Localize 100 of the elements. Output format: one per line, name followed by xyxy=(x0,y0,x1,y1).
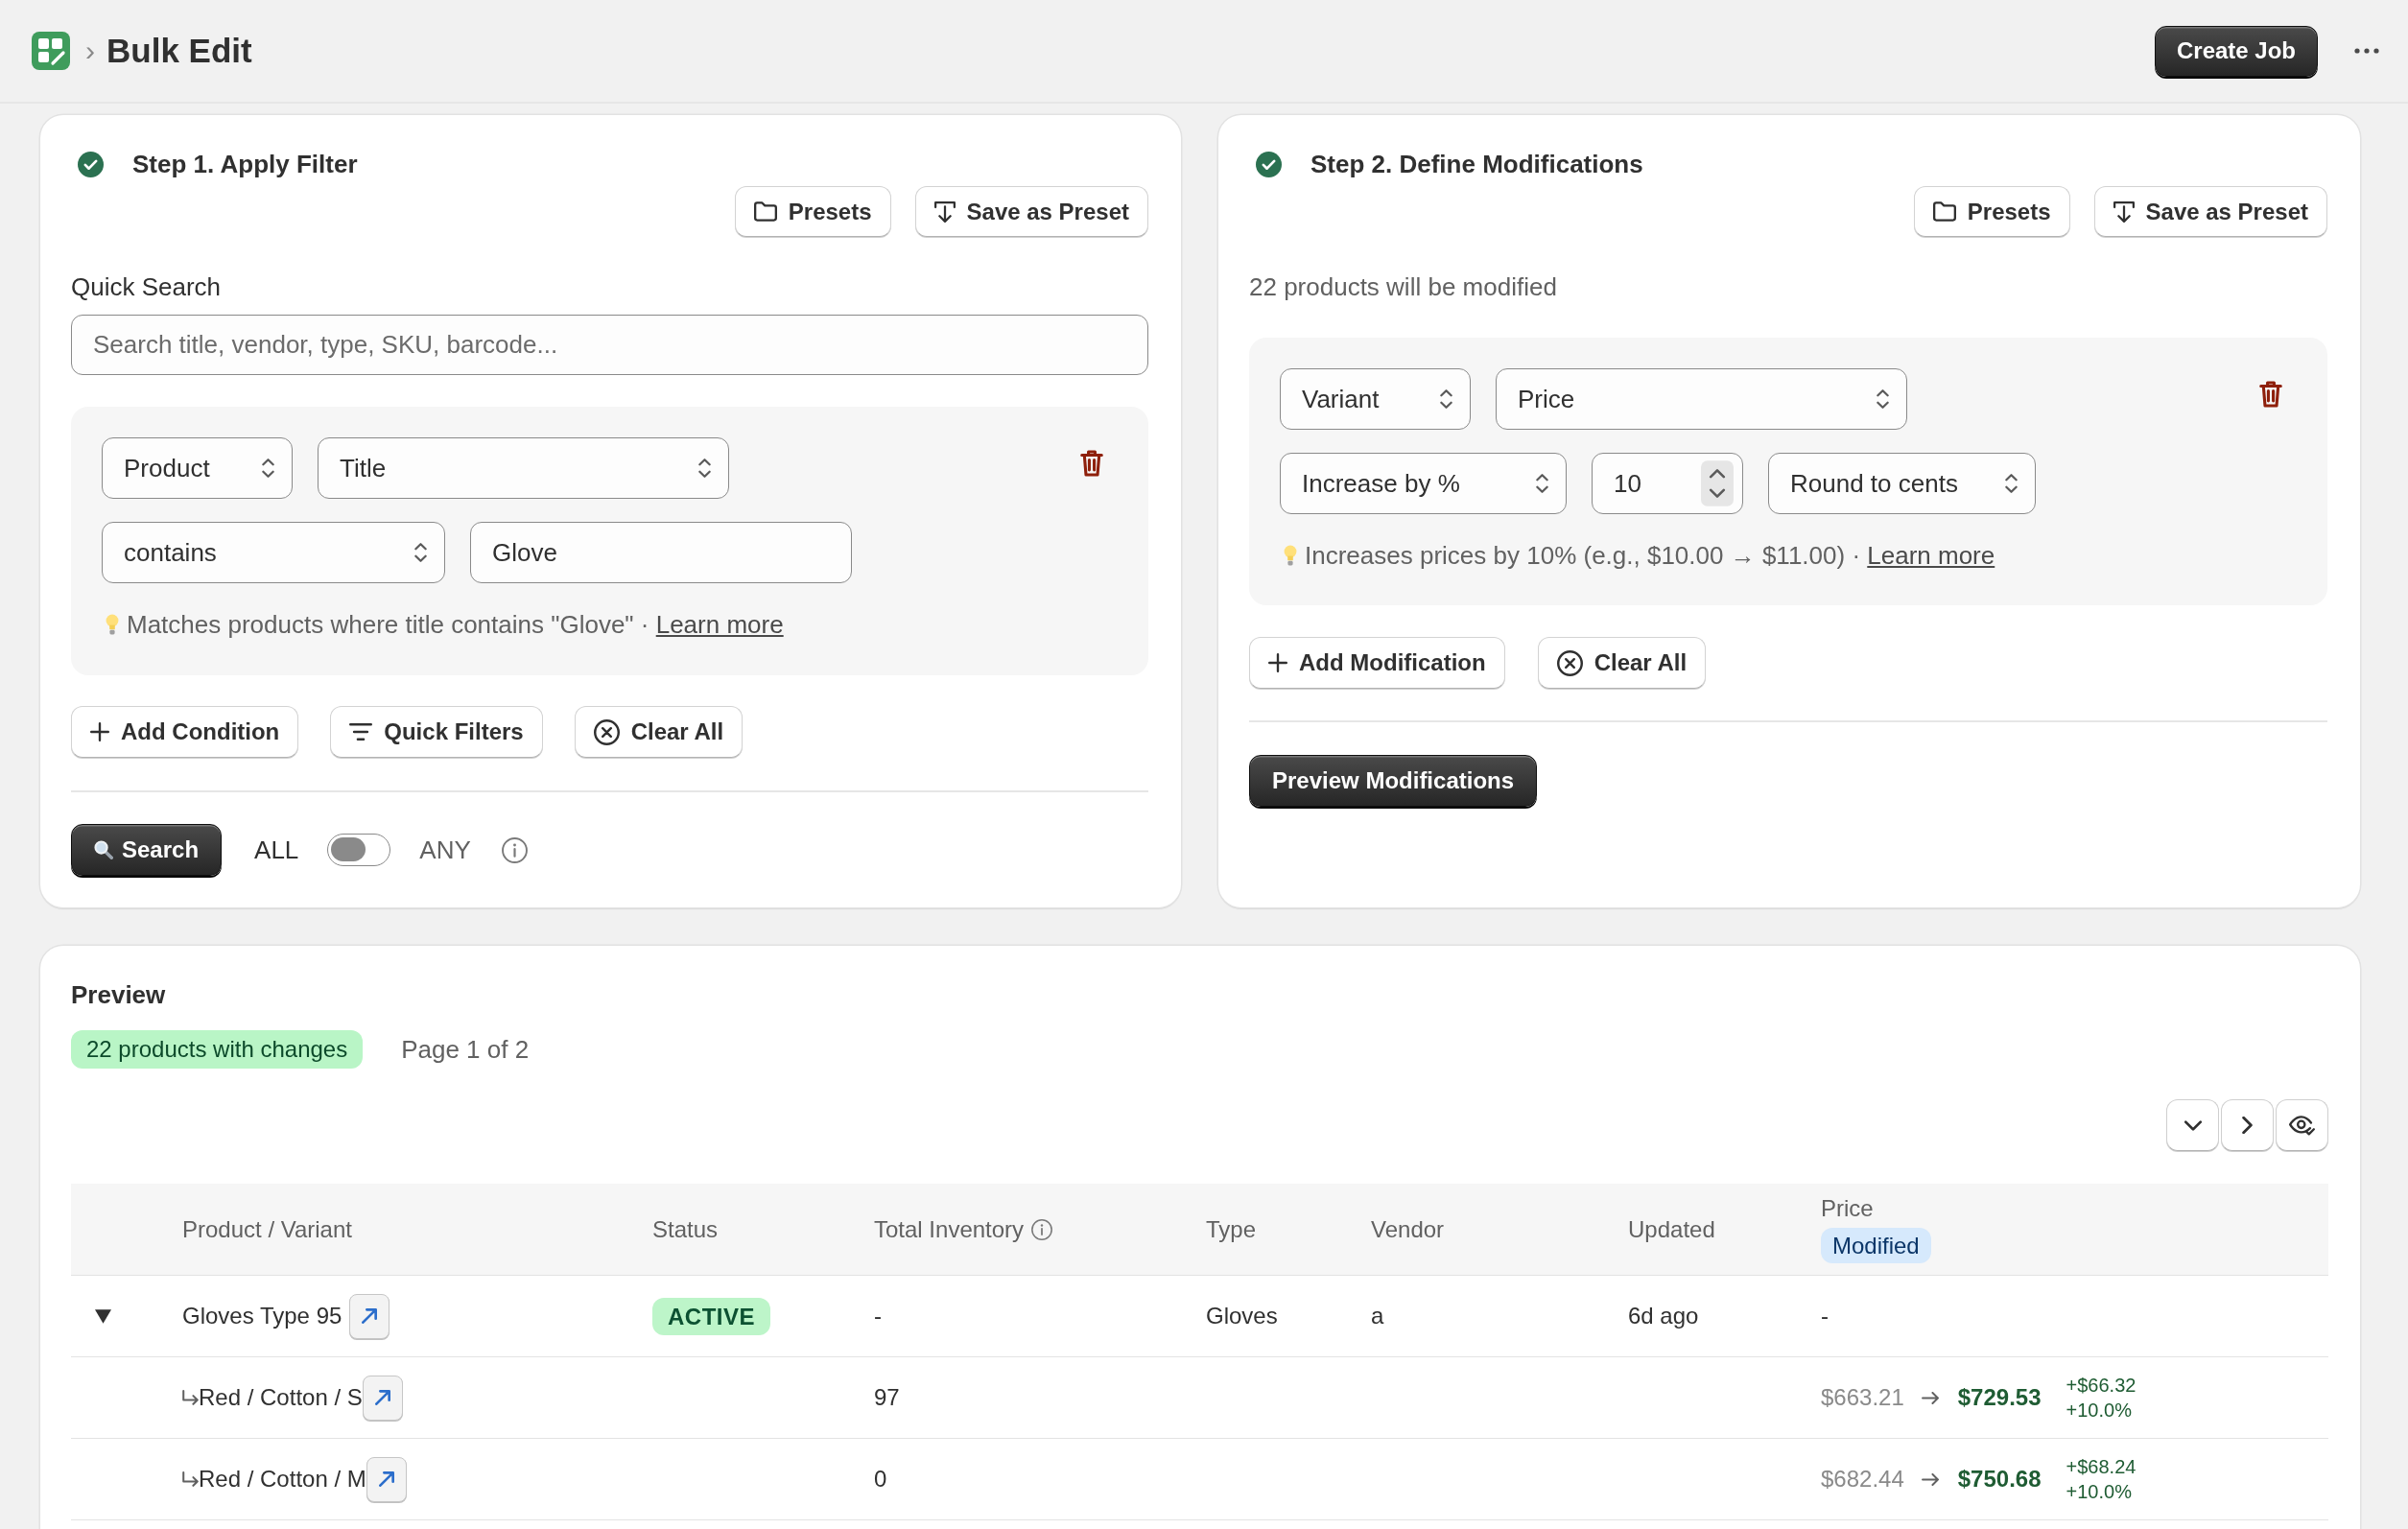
table-cell: - xyxy=(1821,1303,1829,1329)
section-title: Preview xyxy=(71,980,167,1009)
folder-icon xyxy=(753,201,777,222)
corner-arrow-icon xyxy=(182,1390,199,1405)
clear-all-button[interactable]: Clear All xyxy=(574,706,744,758)
field-label: Quick Search xyxy=(71,272,223,301)
new-price: $750.68 xyxy=(1957,1466,2042,1493)
hint-text: Matches products where title contains "Glove" · Learn more xyxy=(127,610,784,639)
open-link-button[interactable] xyxy=(362,1375,403,1421)
chevron-updown-icon xyxy=(1440,389,1452,409)
trash-icon[interactable] xyxy=(1080,450,1103,477)
more-icon[interactable] xyxy=(2354,48,2379,54)
changes-tag: 22 products with changes xyxy=(71,1030,364,1069)
scope-select[interactable]: Variant xyxy=(1280,368,1471,430)
plus-icon xyxy=(1268,653,1287,672)
info-icon xyxy=(501,836,528,863)
match-any-label: ANY xyxy=(419,835,471,864)
table-cell: 97 xyxy=(874,1384,900,1411)
scope-select[interactable]: Product xyxy=(102,437,293,499)
chevron-updown-icon xyxy=(1536,474,1548,493)
chevron-updown-icon xyxy=(262,459,274,478)
chevron-updown-icon xyxy=(698,459,711,478)
variant-name: Red / Cotton / S xyxy=(199,1384,363,1411)
table-cell: a xyxy=(1371,1303,1384,1329)
variant-name: Red / Cotton / M xyxy=(199,1466,366,1493)
table-cell: 0 xyxy=(874,1466,887,1493)
quick-filters-button[interactable]: Quick Filters xyxy=(330,706,543,758)
product-name: Gloves Type 95 xyxy=(182,1303,342,1329)
table-cell: Gloves xyxy=(1206,1303,1278,1329)
chevron-right-icon xyxy=(2242,1117,2253,1134)
save-preset-button[interactable]: Save as Preset xyxy=(914,186,1148,237)
arrow-right-icon xyxy=(1921,1472,1939,1486)
search-icon xyxy=(94,840,113,859)
folder-icon xyxy=(1932,201,1956,222)
search-button[interactable]: Search xyxy=(71,824,223,876)
old-price: $663.21 xyxy=(1821,1384,1904,1411)
search-field[interactable]: Search title, vendor, type, SKU, barcode... xyxy=(71,315,1148,375)
step-title: Step 2. Define Modifications xyxy=(1310,149,1643,180)
match-all-label: ALL xyxy=(254,835,299,864)
step-title: Step 1. Apply Filter xyxy=(132,149,358,180)
arrow-up-right-icon xyxy=(362,1308,378,1324)
column-header: Type xyxy=(1206,1215,1257,1243)
save-preset-button[interactable]: Save as Preset xyxy=(2093,186,2327,237)
corner-arrow-icon xyxy=(182,1471,199,1487)
price-change: +$66.32 xyxy=(2066,1374,2137,1398)
column-header: Updated xyxy=(1628,1215,1715,1243)
circle-x-icon xyxy=(593,718,620,745)
plus-icon xyxy=(90,722,109,741)
arrow-right-icon xyxy=(1921,1391,1939,1404)
price-change: +$68.24 xyxy=(2066,1455,2137,1479)
circle-x-icon xyxy=(1556,649,1583,676)
stepper-icon[interactable] xyxy=(1701,460,1734,506)
summary-text: 22 products will be modified xyxy=(1249,272,1558,301)
arrow-down-icon xyxy=(933,200,956,223)
add-condition-button[interactable]: Add Condition xyxy=(71,706,299,758)
chevron-updown-icon xyxy=(414,543,427,562)
percent-change: +10.0% xyxy=(2066,1480,2133,1504)
field-select[interactable]: Title xyxy=(318,437,729,499)
chevron-updown-icon xyxy=(1877,389,1889,409)
toolbar-button[interactable] xyxy=(2221,1099,2274,1151)
create-job-button[interactable]: Create Job xyxy=(2154,25,2318,77)
modified-tag: Modified xyxy=(1821,1228,1931,1263)
column-header: Product / Variant xyxy=(182,1215,352,1243)
grid-logo-icon xyxy=(32,32,70,70)
arrow-up-right-icon xyxy=(374,1390,390,1405)
toolbar-button[interactable] xyxy=(2276,1099,2328,1151)
rounding-select[interactable]: Round to cents xyxy=(1768,453,2036,514)
new-price: $729.53 xyxy=(1957,1384,2042,1411)
open-link-button[interactable] xyxy=(366,1456,407,1502)
amount-field[interactable]: 10 xyxy=(1592,453,1743,514)
clear-all-button[interactable]: Clear All xyxy=(1537,637,1707,689)
column-header: Total Inventory xyxy=(874,1215,1025,1243)
lightbulb-icon xyxy=(1284,544,1297,567)
caret-down-icon[interactable] xyxy=(95,1308,111,1324)
filter-icon xyxy=(349,723,373,741)
table-cell: 6d ago xyxy=(1628,1303,1699,1329)
page-info: Page 1 of 2 xyxy=(401,1034,530,1065)
open-link-button[interactable] xyxy=(349,1293,390,1339)
add-modification-button[interactable]: Add Modification xyxy=(1249,637,1505,689)
arrow-down-icon xyxy=(2113,200,2135,223)
old-price: $682.44 xyxy=(1821,1466,1904,1493)
lightbulb-icon xyxy=(106,613,119,636)
status-tag: ACTIVE xyxy=(652,1297,770,1335)
field-select[interactable]: Price xyxy=(1496,368,1907,430)
column-header: Price xyxy=(1821,1195,1874,1222)
arrow-up-right-icon xyxy=(378,1471,394,1487)
learn-more-link[interactable]: Learn more xyxy=(655,610,784,639)
action-select[interactable]: Increase by % xyxy=(1280,453,1567,514)
table-cell: - xyxy=(874,1303,882,1329)
match-toggle[interactable] xyxy=(327,834,391,866)
chevron-down-icon xyxy=(2184,1119,2202,1131)
eye-check-icon xyxy=(2289,1115,2315,1136)
breadcrumb-chevron: › xyxy=(85,35,95,67)
presets-button[interactable]: Presets xyxy=(734,186,891,237)
operator-select[interactable]: contains xyxy=(102,522,445,583)
value-field[interactable]: Glove xyxy=(470,522,852,583)
learn-more-link[interactable]: Learn more xyxy=(1867,541,1995,570)
preview-modifications-button[interactable]: Preview Modifications xyxy=(1249,755,1538,807)
trash-icon[interactable] xyxy=(2259,381,2282,408)
presets-button[interactable]: Presets xyxy=(1913,186,2070,237)
